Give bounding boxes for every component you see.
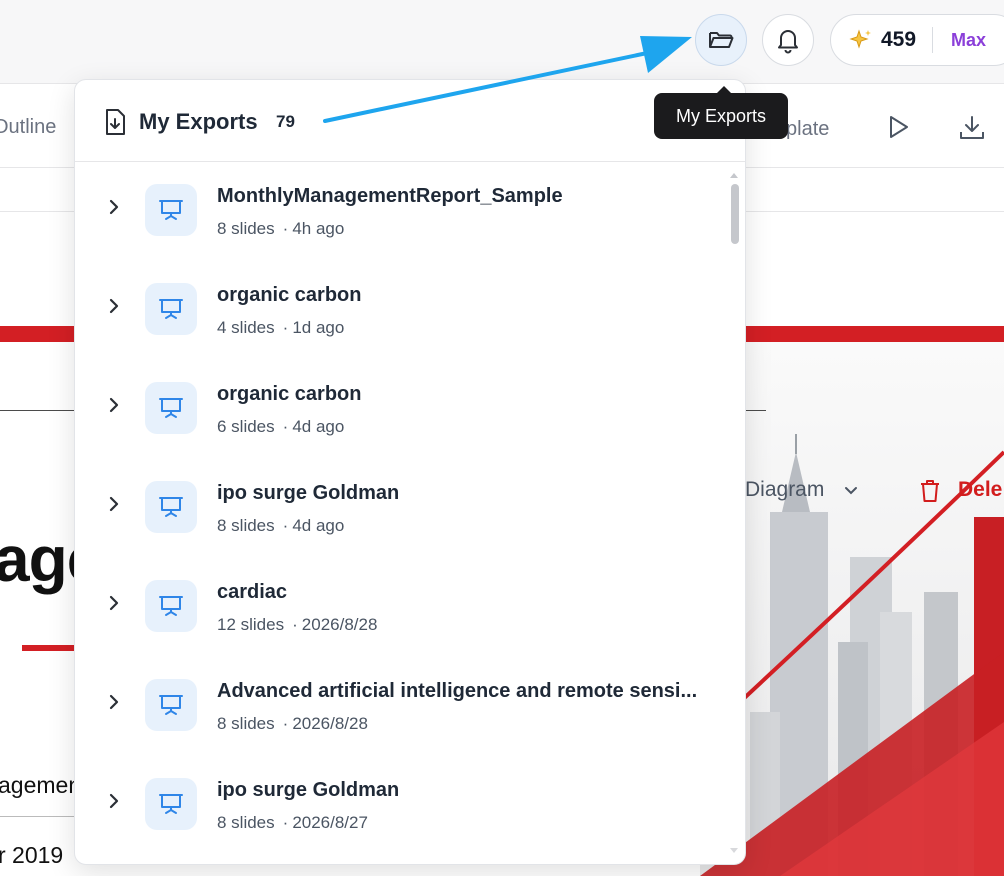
presentation-icon xyxy=(145,481,197,533)
delete-button[interactable]: Dele xyxy=(958,478,1002,502)
list-item[interactable]: organic carbon 6 slides · 4d ago xyxy=(75,360,725,459)
export-meta: 12 slides · 2026/8/28 xyxy=(217,615,378,634)
list-item[interactable]: ipo surge Goldman 8 slides · 2026/8/27 xyxy=(75,756,725,855)
diagram-dropdown[interactable]: Diagram xyxy=(745,478,858,502)
chevron-right-icon[interactable] xyxy=(105,198,123,216)
list-item[interactable]: Advanced artificial intelligence and rem… xyxy=(75,657,725,756)
export-meta: 8 slides · 2026/8/27 xyxy=(217,813,368,832)
chevron-right-icon[interactable] xyxy=(105,594,123,612)
export-meta: 8 slides · 4h ago xyxy=(217,219,345,238)
tooltip-text: My Exports xyxy=(675,105,767,126)
presentation-icon xyxy=(145,184,197,236)
slide-subtitle: agemen xyxy=(0,772,82,798)
tab-template[interactable]: plate xyxy=(786,118,829,141)
plan-badge[interactable]: Max xyxy=(951,30,986,51)
list-item[interactable]: ipo surge Goldman 8 slides · 4d ago xyxy=(75,459,725,558)
chevron-right-icon[interactable] xyxy=(105,495,123,513)
export-name[interactable]: ipo surge Goldman xyxy=(217,482,399,505)
export-meta: 4 slides · 1d ago xyxy=(217,318,345,337)
export-meta: 6 slides · 4d ago xyxy=(217,417,345,436)
diagram-label: Diagram xyxy=(745,478,825,501)
folder-open-icon xyxy=(709,32,734,48)
chevron-right-icon[interactable] xyxy=(105,792,123,810)
scrollbar-thumb[interactable] xyxy=(731,184,739,244)
export-name[interactable]: ipo surge Goldman xyxy=(217,779,399,802)
list-item[interactable]: organic carbon 4 slides · 1d ago xyxy=(75,261,725,360)
list-item[interactable]: MonthlyManagementReport_Sample 8 slides ·… xyxy=(75,162,725,261)
slide-accent-line xyxy=(22,645,82,651)
export-meta: 8 slides · 2026/8/28 xyxy=(217,714,368,733)
my-exports-panel: My Exports 79 MonthlyManagementReport_Sa… xyxy=(74,79,746,865)
export-name[interactable]: organic carbon xyxy=(217,284,361,307)
download-icon[interactable] xyxy=(958,114,986,142)
notifications-button[interactable] xyxy=(762,14,814,66)
trash-icon[interactable] xyxy=(918,478,942,504)
export-meta: 8 slides · 4d ago xyxy=(217,516,345,535)
credits-pill[interactable]: 459 Max xyxy=(830,14,1004,66)
divider xyxy=(932,27,934,53)
export-name[interactable]: organic carbon xyxy=(217,383,361,406)
presentation-icon xyxy=(145,283,197,335)
export-name[interactable]: cardiac xyxy=(217,581,287,604)
list-item[interactable]: cardiac 12 slides · 2026/8/28 xyxy=(75,558,725,657)
presentation-icon xyxy=(145,580,197,632)
bell-icon xyxy=(778,30,798,54)
my-exports-button[interactable] xyxy=(695,14,747,66)
panel-header: My Exports 79 xyxy=(75,80,745,162)
export-name[interactable]: MonthlyManagementReport_Sample xyxy=(217,185,563,208)
my-exports-tooltip: My Exports xyxy=(654,86,788,139)
tab-outline[interactable]: Outline xyxy=(0,116,56,139)
slide-date: r 2019 xyxy=(0,842,64,868)
scrollbar[interactable] xyxy=(727,168,741,858)
export-name[interactable]: Advanced artificial intelligence and rem… xyxy=(217,680,697,703)
presentation-icon xyxy=(145,778,197,830)
chevron-right-icon[interactable] xyxy=(105,693,123,711)
presentation-icon xyxy=(145,382,197,434)
presentation-icon xyxy=(145,679,197,731)
chevron-right-icon[interactable] xyxy=(105,297,123,315)
top-bar: 459 Max xyxy=(0,0,1004,84)
file-download-icon xyxy=(106,109,125,135)
sparkle-icon xyxy=(849,29,871,49)
export-count-badge: 79 xyxy=(276,112,295,131)
credits-count: 459 xyxy=(881,28,917,51)
panel-title: My Exports xyxy=(139,109,258,134)
chevron-right-icon[interactable] xyxy=(105,396,123,414)
chevron-down-icon xyxy=(845,487,858,495)
play-icon[interactable] xyxy=(887,114,911,140)
